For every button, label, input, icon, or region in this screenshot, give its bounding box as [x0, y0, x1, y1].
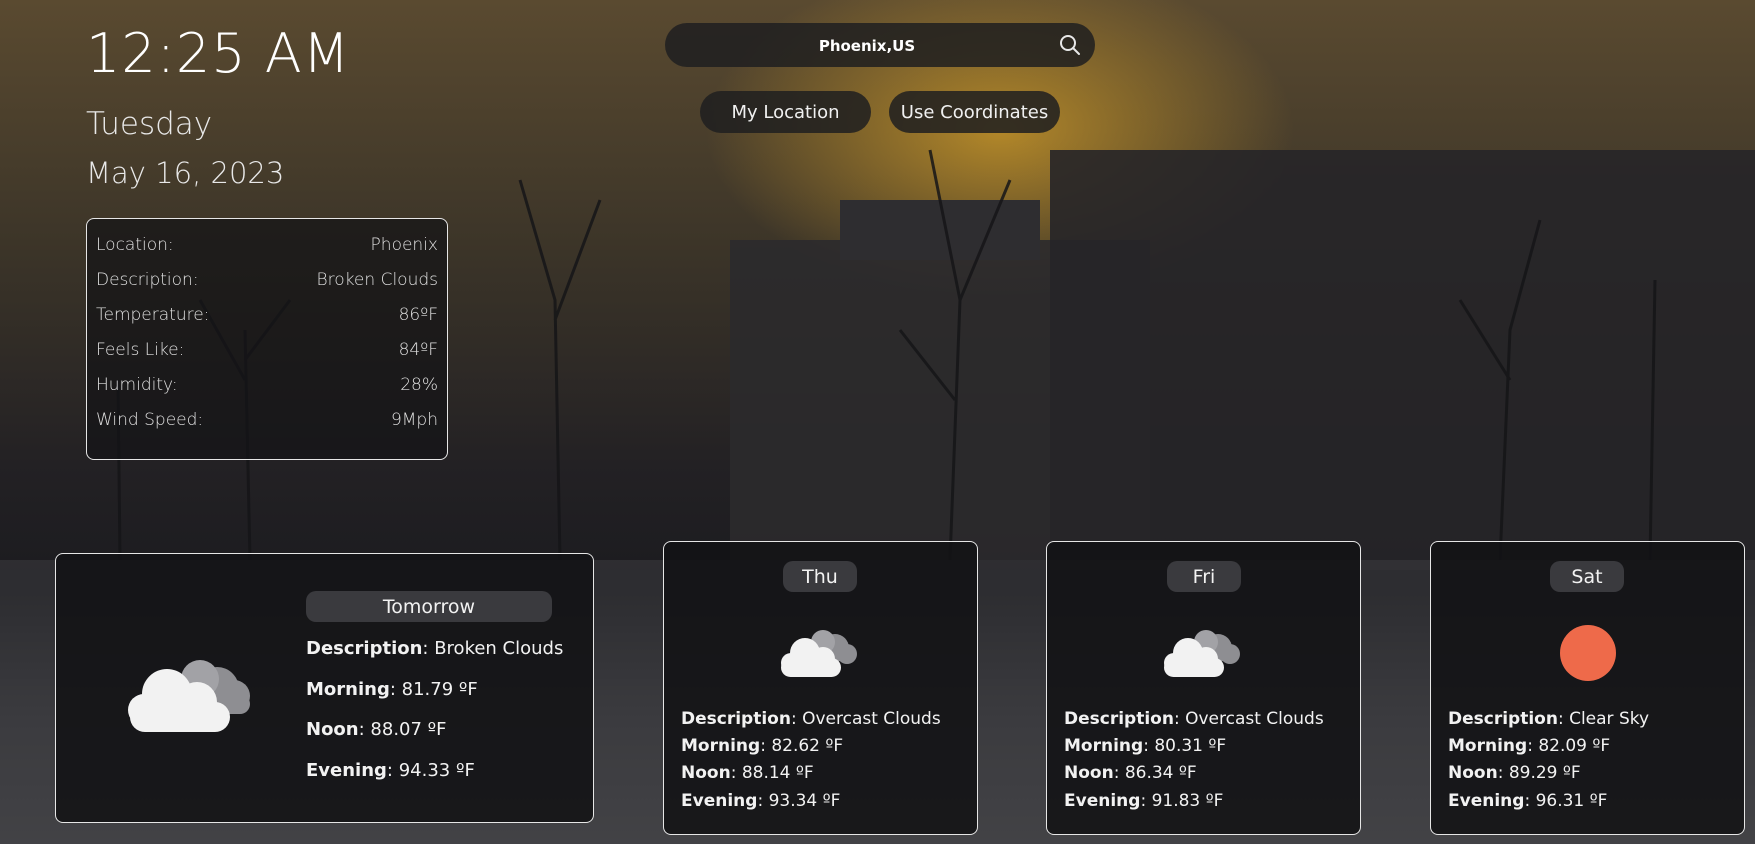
- current-label: Humidity:: [96, 375, 178, 395]
- current-label: Wind Speed:: [96, 410, 204, 430]
- search-icon[interactable]: [1059, 34, 1081, 56]
- current-value: 86ºF: [398, 305, 438, 325]
- current-row-humidity: Humidity: 28%: [96, 375, 438, 410]
- forecast-morning: Morning: 81.79 ºF: [306, 679, 478, 700]
- forecast-card-fri: Fri Description: Overcast Clouds Morning…: [1046, 541, 1361, 835]
- forecast-evening: Evening: 93.34 ºF: [681, 791, 841, 811]
- current-value: 28%: [400, 375, 438, 395]
- current-row-location: Location: Phoenix: [96, 235, 438, 270]
- forecast-day-tag: Tomorrow: [306, 591, 552, 622]
- clock-date: May 16, 2023: [86, 156, 285, 190]
- current-label: Feels Like:: [96, 340, 185, 360]
- forecast-evening: Evening: 91.83 ºF: [1064, 791, 1224, 811]
- broken-clouds-icon: [128, 660, 250, 732]
- current-weather-panel: Location: Phoenix Description: Broken Cl…: [86, 218, 448, 460]
- forecast-card-tomorrow: Tomorrow Description: Broken Clouds Morn…: [55, 553, 594, 823]
- forecast-description: Description: Broken Clouds: [306, 638, 564, 659]
- current-value: Phoenix: [370, 235, 438, 255]
- overcast-clouds-icon: [1164, 630, 1240, 677]
- forecast-noon: Noon: 88.14 ºF: [681, 763, 814, 783]
- forecast-day-tag: Thu: [783, 561, 857, 592]
- forecast-day-tag: Fri: [1167, 561, 1241, 592]
- current-label: Location:: [96, 235, 174, 255]
- current-row-temperature: Temperature: 86ºF: [96, 305, 438, 340]
- current-value: Broken Clouds: [316, 270, 438, 290]
- search-input[interactable]: [685, 23, 1049, 69]
- forecast-noon: Noon: 88.07 ºF: [306, 719, 447, 740]
- current-label: Description:: [96, 270, 199, 290]
- current-value: 84ºF: [398, 340, 438, 360]
- forecast-card-sat: Sat Description: Clear Sky Morning: 82.0…: [1430, 541, 1745, 835]
- search-bar: [665, 23, 1095, 69]
- forecast-morning: Morning: 80.31 ºF: [1064, 736, 1227, 756]
- forecast-evening: Evening: 96.31 ºF: [1448, 791, 1608, 811]
- forecast-card-thu: Thu Description: Overcast Clouds Morning…: [663, 541, 978, 835]
- forecast-description: Description: Overcast Clouds: [681, 709, 941, 729]
- current-value: 9Mph: [390, 410, 438, 430]
- forecast-description: Description: Overcast Clouds: [1064, 709, 1324, 729]
- overcast-clouds-icon: [781, 630, 857, 677]
- forecast-noon: Noon: 89.29 ºF: [1448, 763, 1581, 783]
- forecast-morning: Morning: 82.09 ºF: [1448, 736, 1611, 756]
- use-coordinates-button[interactable]: Use Coordinates: [889, 91, 1060, 133]
- forecast-noon: Noon: 86.34 ºF: [1064, 763, 1197, 783]
- clock-weekday: Tuesday: [86, 106, 213, 142]
- forecast-description: Description: Clear Sky: [1448, 709, 1650, 729]
- clock-time: 12:25 AM: [86, 22, 351, 85]
- current-row-feels-like: Feels Like: 84ºF: [96, 340, 438, 375]
- forecast-morning: Morning: 82.62 ºF: [681, 736, 844, 756]
- current-row-description: Description: Broken Clouds: [96, 270, 438, 305]
- sun-icon: [1560, 625, 1616, 681]
- forecast-day-tag: Sat: [1550, 561, 1624, 592]
- current-label: Temperature:: [96, 305, 210, 325]
- forecast-evening: Evening: 94.33 ºF: [306, 760, 475, 781]
- current-row-wind-speed: Wind Speed: 9Mph: [96, 410, 438, 445]
- my-location-button[interactable]: My Location: [700, 91, 871, 133]
